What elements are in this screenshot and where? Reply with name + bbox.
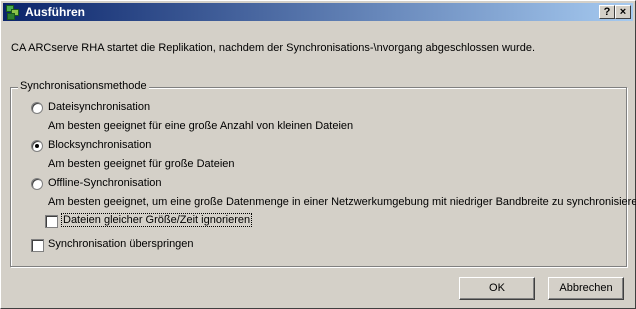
run-dialog: Ausführen ? × CA ARCserve RHA startet di… (0, 0, 636, 309)
file-sync-description: Am besten geeignet für eine große Anzahl… (48, 120, 354, 132)
help-icon: ? (603, 6, 611, 18)
app-icon (5, 4, 21, 20)
skip-sync-checkbox[interactable] (31, 239, 44, 252)
close-icon: × (619, 6, 627, 18)
help-button[interactable]: ? (599, 5, 615, 19)
close-button[interactable]: × (615, 5, 631, 19)
ok-button[interactable]: OK (459, 277, 535, 300)
block-sync-description: Am besten geeignet für große Dateien (48, 158, 235, 170)
radio-block-sync[interactable] (31, 140, 43, 152)
radio-block-sync-label[interactable]: Blocksynchronisation (48, 139, 151, 151)
radio-offline-sync-label[interactable]: Offline-Synchronisation (48, 177, 162, 189)
title-bar: Ausführen ? × (3, 3, 633, 21)
group-legend: Synchronisationsmethode (18, 80, 149, 92)
cancel-button[interactable]: Abbrechen (548, 277, 624, 300)
window-title: Ausführen (25, 5, 85, 19)
offline-sync-description: Am besten geeignet, um eine große Datenm… (48, 196, 636, 208)
sync-method-group: Synchronisationsmethode Dateisynchronisa… (10, 80, 636, 267)
skip-sync-label[interactable]: Synchronisation überspringen (48, 238, 194, 250)
radio-file-sync-label[interactable]: Dateisynchronisation (48, 101, 150, 113)
ignore-same-size-checkbox[interactable] (45, 215, 58, 228)
radio-file-sync[interactable] (31, 102, 43, 114)
info-message: CA ARCserve RHA startet die Replikation,… (11, 42, 535, 54)
radio-offline-sync[interactable] (31, 178, 43, 190)
ignore-same-size-label[interactable]: Dateien gleicher Größe/Zeit ignorieren (60, 213, 253, 227)
